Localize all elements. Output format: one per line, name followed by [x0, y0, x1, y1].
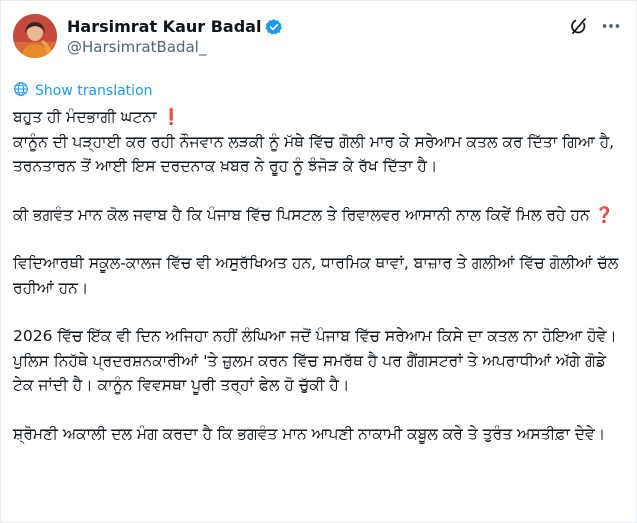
tweet-paragraph-3: ਵਿਦਿਆਰਥੀ ਸਕੂਲ-ਕਾਲਜ ਵਿੱਚ ਵੀ ਅਸੁਰੱਖਿਅਤ ਹਨ,…: [13, 254, 619, 297]
tweet-sentence: ਕਾਨੂੰਨ ਦੀ ਪੜ੍ਹਾਈ ਕਰ ਰਹੀ ਨੌਜਵਾਨ ਲੜਕੀ ਨੂੰ …: [13, 132, 615, 176]
avatar[interactable]: [13, 14, 57, 58]
tweet-text: ਬਹੁਤ ਹੀ ਮੰਦਭਾਗੀ ਘਟਨਾ ❗ ਕਾਨੂੰਨ ਦੀ ਪੜ੍ਹਾਈ …: [13, 105, 622, 446]
show-translation-link[interactable]: Show translation: [13, 81, 622, 101]
tweet-paragraph-5: ਸ਼੍ਰੋਮਣੀ ਅਕਾਲੀ ਦਲ ਮੰਗ ਕਰਦਾ ਹੈ ਕਿ ਭਗਵੰਤ ਮ…: [13, 424, 606, 443]
more-options-icon[interactable]: [600, 15, 622, 37]
exclamation-emoji-icon: ❗: [161, 108, 181, 126]
tweet-headline: ਬਹੁਤ ਹੀ ਮੰਦਭਾਗੀ ਘਟਨਾ: [13, 108, 157, 126]
tweet-card: Harsimrat Kaur Badal @HarsimratBadal_ Sh…: [0, 0, 637, 523]
tweet-sentence: ਕੀ ਭਗਵੰਤ ਮਾਨ ਕੋਲ ਜਵਾਬ ਹੈ ਕਿ ਪੰਜਾਬ ਵਿੱਚ ਪ…: [13, 205, 590, 224]
name-row: Harsimrat Kaur Badal: [67, 16, 283, 37]
question-emoji-icon: ❓: [594, 205, 614, 224]
verified-badge-icon: [265, 18, 283, 36]
author-handle[interactable]: @HarsimratBadal_: [67, 37, 283, 58]
grok-icon[interactable]: [568, 16, 588, 36]
author-block: Harsimrat Kaur Badal @HarsimratBadal_: [67, 16, 283, 58]
tweet-paragraph-4: 2026 ਵਿੱਚ ਇੱਕ ਵੀ ਦਿਨ ਅਜਿਹਾ ਨਹੀਂ ਲੰਘਿਆ ਜਦ…: [13, 327, 617, 394]
tweet-header: Harsimrat Kaur Badal @HarsimratBadal_: [13, 11, 622, 65]
globe-icon: [13, 81, 35, 101]
display-name[interactable]: Harsimrat Kaur Badal: [67, 16, 261, 37]
tweet-paragraph-2: ਕੀ ਭਗਵੰਤ ਮਾਨ ਕੋਲ ਜਵਾਬ ਹੈ ਕਿ ਪੰਜਾਬ ਵਿੱਚ ਪ…: [13, 203, 622, 228]
tweet-paragraph-1: ਬਹੁਤ ਹੀ ਮੰਦਭਾਗੀ ਘਟਨਾ ❗ ਕਾਨੂੰਨ ਦੀ ਪੜ੍ਹਾਈ …: [13, 105, 622, 179]
show-translation-label: Show translation: [35, 83, 153, 99]
